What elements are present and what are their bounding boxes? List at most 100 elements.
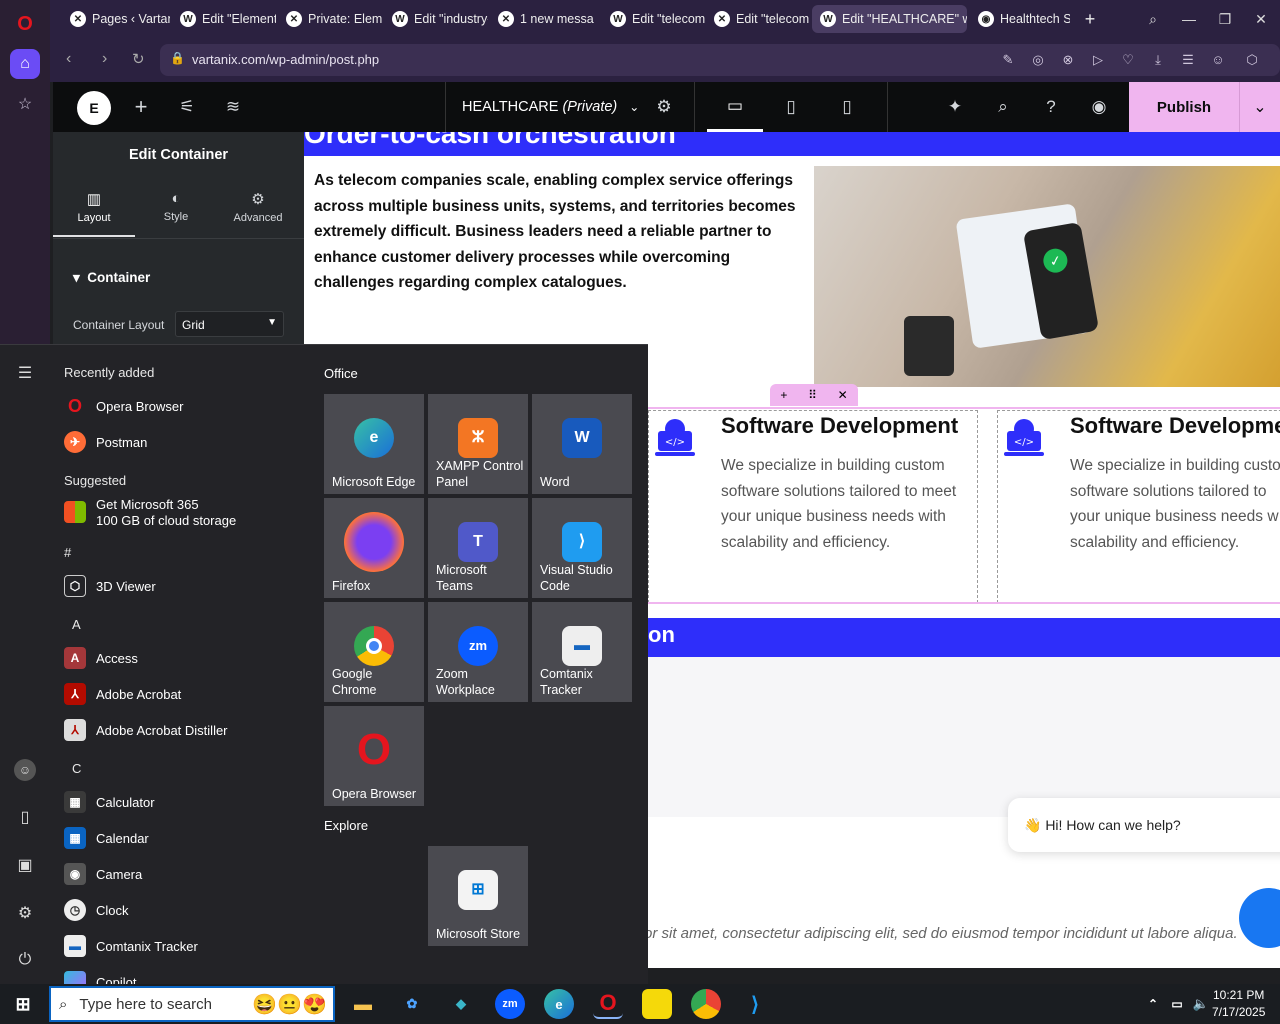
container-layout-select[interactable]: Grid ▼ — [175, 311, 284, 337]
tab-layout[interactable]: ▥ Layout — [53, 182, 135, 237]
letter-header[interactable]: A — [72, 617, 81, 632]
tile-microsoft-edge[interactable]: e Microsoft Edge — [324, 394, 424, 494]
help-icon[interactable]: ? — [1035, 82, 1067, 132]
taskbar-search-input[interactable]: ⌕ Type here to search 😆😐😍 — [49, 986, 335, 1022]
extension-cube-icon[interactable]: ⬡ — [1242, 52, 1262, 68]
home-icon[interactable]: ⌂ — [10, 49, 40, 79]
camera-icon[interactable]: ◎ — [1028, 52, 1048, 68]
pictures-icon[interactable]: ▣ — [14, 855, 36, 877]
tile-vscode[interactable]: ⟩ Visual Studio Code — [532, 498, 632, 598]
notifications-icon[interactable]: ✦ — [939, 82, 971, 132]
share-icon[interactable]: ✎ — [998, 52, 1018, 68]
tile-comtanix[interactable]: ▬ Comtanix Tracker — [532, 602, 632, 702]
add-icon[interactable]: + — [780, 388, 787, 402]
zoom-icon[interactable]: zm — [495, 989, 525, 1019]
list-item[interactable]: ⅄ Adobe Acrobat — [64, 678, 181, 710]
edge-icon[interactable]: e — [544, 989, 574, 1019]
search-tabs-icon[interactable]: ⌕ — [1135, 0, 1171, 38]
list-item-suggested[interactable]: Get Microsoft 365 100 GB of cloud storage — [64, 497, 236, 537]
tab-2[interactable]: ✕ Private: Eleme — [278, 5, 382, 33]
list-item[interactable]: ◷ Clock — [64, 894, 129, 926]
drag-icon[interactable]: ⠿ — [808, 388, 817, 402]
tile-zoom[interactable]: zm Zoom Workplace — [428, 602, 528, 702]
documents-icon[interactable]: ▯ — [14, 807, 36, 829]
section-toggle-container[interactable]: ▾ Container — [73, 270, 150, 286]
forward-icon[interactable]: › — [102, 50, 107, 68]
tile-word[interactable]: W Word — [532, 394, 632, 494]
list-item[interactable]: ⬡ 3D Viewer — [64, 570, 156, 602]
tile-xampp[interactable]: ⵣ XAMPP Control Panel — [428, 394, 528, 494]
tile-microsoft-store[interactable]: ⊞ Microsoft Store — [428, 846, 528, 946]
tab-3[interactable]: W Edit "industry- — [384, 5, 488, 33]
system-clock[interactable]: 10:21 PM 7/17/2025 — [1212, 987, 1265, 1021]
tile-firefox[interactable]: Firefox — [324, 498, 424, 598]
opera-logo-icon[interactable]: O — [10, 9, 40, 39]
letter-header[interactable]: C — [72, 761, 81, 776]
tile-chrome[interactable]: Google Chrome — [324, 602, 424, 702]
desktop-view-icon[interactable]: ▭ — [707, 82, 763, 132]
layers-icon[interactable]: ≋ — [217, 82, 249, 132]
page-settings-icon[interactable]: ⚙ — [649, 82, 679, 132]
publish-button[interactable]: Publish — [1129, 82, 1239, 132]
list-item[interactable]: ▦ Calculator — [64, 786, 155, 818]
tab-style[interactable]: ◐ Style — [135, 182, 217, 237]
user-icon[interactable]: ☺ — [14, 759, 36, 781]
heart-icon[interactable]: ♡ — [1118, 52, 1138, 68]
list-item[interactable]: Copilot — [64, 966, 136, 985]
tile-opera[interactable]: O Opera Browser — [324, 706, 424, 806]
windows-start-icon[interactable]: ⊞ — [8, 989, 38, 1019]
close-icon[interactable]: ✕ — [838, 388, 848, 402]
chrome-icon[interactable] — [691, 989, 721, 1019]
tile-teams[interactable]: T Microsoft Teams — [428, 498, 528, 598]
chat-greeting-bubble[interactable]: 👋 Hi! How can we help? — [1008, 798, 1280, 852]
tab-4[interactable]: ✕ 1 new messag — [490, 5, 594, 33]
hamburger-icon[interactable]: ☰ — [14, 363, 36, 385]
opera-icon[interactable]: O — [593, 989, 623, 1019]
tab-1[interactable]: WEdit "Elemento — [172, 5, 276, 33]
vscode-icon[interactable]: ⟩ — [740, 989, 770, 1019]
url-field[interactable]: 🔒 vartanix.com/wp-admin/post.php ✎ ◎ ⊗ ▷… — [160, 44, 1280, 76]
download-icon[interactable]: ⤓ — [1148, 52, 1168, 68]
list-item[interactable]: A Access — [64, 642, 138, 674]
tab-8[interactable]: ◉Healthtech So — [970, 5, 1070, 33]
maximize-button[interactable]: ❐ — [1207, 0, 1243, 38]
app-icon[interactable]: ◆ — [446, 989, 476, 1019]
tablet-view-icon[interactable]: ▯ — [771, 82, 811, 132]
star-icon[interactable]: ☆ — [10, 89, 40, 119]
sticky-notes-icon[interactable] — [642, 989, 672, 1019]
tab-7[interactable]: WEdit "HEALTHCARE" with — [812, 5, 967, 33]
list-item[interactable]: ▦ Calendar — [64, 822, 149, 854]
settings-sliders-icon[interactable]: ⚟ — [171, 82, 203, 132]
tab-5[interactable]: W Edit "telecom — [602, 5, 706, 33]
publish-options-chevron-icon[interactable]: ⌄ — [1239, 82, 1280, 132]
list-item[interactable]: ▬ Comtanix Tracker — [64, 930, 198, 962]
file-explorer-icon[interactable]: ▬ — [348, 989, 378, 1019]
app-icon[interactable]: ✿ — [397, 989, 427, 1019]
reload-icon[interactable]: ↻ — [132, 50, 145, 68]
tab-6[interactable]: ✕ Edit "telecom — [706, 5, 810, 33]
minimize-button[interactable]: — — [1171, 0, 1207, 38]
menu-icon[interactable]: ☰ — [1178, 52, 1198, 68]
list-item[interactable]: ⅄ Adobe Acrobat Distiller — [64, 714, 228, 746]
service-card[interactable]: </> Software Developme We specialize in … — [997, 410, 1280, 603]
settings-icon[interactable]: ⚙ — [14, 903, 36, 925]
list-item[interactable]: O Opera Browser — [64, 390, 183, 422]
power-icon[interactable]: ⏻ — [14, 951, 36, 973]
adblock-icon[interactable]: ⊗ — [1058, 52, 1078, 68]
preview-eye-icon[interactable]: ◉ — [1083, 82, 1115, 132]
service-card[interactable]: </> Software Development We specialize i… — [648, 410, 978, 603]
tab-0[interactable]: ✕ Pages ‹ Vartan — [62, 5, 170, 33]
send-icon[interactable]: ▷ — [1088, 52, 1108, 68]
close-window-button[interactable]: ✕ — [1243, 0, 1279, 38]
tab-advanced[interactable]: ⚙ Advanced — [217, 182, 299, 237]
back-icon[interactable]: ‹ — [66, 50, 71, 68]
container-handle[interactable]: + ⠿ ✕ — [770, 384, 858, 406]
search-icon[interactable]: ⌕ — [987, 82, 1019, 132]
mobile-view-icon[interactable]: ▯ — [827, 82, 867, 132]
elementor-logo-icon[interactable]: E — [77, 91, 111, 125]
list-item[interactable]: ✈ Postman — [64, 426, 147, 458]
letter-header[interactable]: # — [64, 545, 71, 560]
new-tab-button[interactable]: + — [1078, 5, 1102, 33]
add-element-icon[interactable]: + — [125, 82, 157, 132]
profile-icon[interactable]: ☺ — [1208, 52, 1228, 67]
